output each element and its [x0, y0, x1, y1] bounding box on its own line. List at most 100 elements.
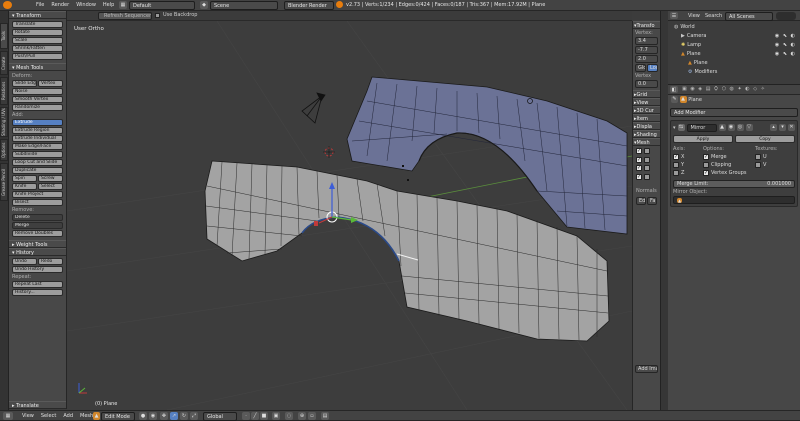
layout-dropdown[interactable]: Default	[129, 1, 195, 10]
pivot-point-icon[interactable]: ◉	[149, 412, 157, 420]
overlay-checkbox-2[interactable]	[644, 148, 650, 154]
menu-render[interactable]: Render	[51, 2, 69, 8]
camera-object[interactable]	[301, 92, 326, 124]
repeat-history-button[interactable]: History...	[12, 289, 63, 296]
n-section-item[interactable]: ▸Item	[633, 114, 660, 122]
properties-editor-icon[interactable]: ◧	[670, 86, 678, 93]
3d-cursor[interactable]	[323, 146, 335, 158]
shrink-fatten-button[interactable]: Shrink/Fatten	[12, 45, 63, 52]
outliner-filter-dropdown[interactable]: All Scenes	[725, 12, 773, 21]
tab-shading-uvs[interactable]: Shading / UVs	[0, 107, 8, 137]
global-toggle[interactable]: Glo	[635, 64, 646, 72]
axis-x-checkbox[interactable]: ✓	[673, 153, 679, 160]
3d-viewport[interactable]: User Ortho (0) Plane	[67, 21, 632, 410]
tab-create[interactable]: Create	[0, 51, 8, 75]
snap-toggle-icon[interactable]: ⊕	[298, 412, 306, 420]
outliner-item-plane[interactable]: ▲ Plane	[668, 59, 800, 68]
scale-manipulator-icon[interactable]: ⤢	[190, 412, 198, 420]
scene-dropdown[interactable]: Scene	[210, 1, 278, 10]
undo-history-button[interactable]: Undo History	[12, 266, 63, 273]
operator-panel-header[interactable]: ▸ Translate	[9, 401, 66, 409]
tab-grease-pencil[interactable]: Grease Pencil	[0, 163, 8, 201]
history-panel-header[interactable]: ▾ History	[9, 248, 66, 256]
vertex-weight-field[interactable]: 0.0	[635, 80, 658, 88]
overlay-checkbox-1[interactable]: ✓	[636, 148, 642, 154]
pin-icon[interactable]: ✎	[671, 96, 678, 103]
outliner-item-plane[interactable]: ▲ Plane ◉ ⬉ ◐	[668, 50, 800, 59]
delete-dropdown[interactable]: Delete	[12, 214, 63, 221]
n-section-shading[interactable]: ▸Shading	[633, 130, 660, 138]
noise-button[interactable]: Noise	[12, 88, 63, 95]
local-toggle[interactable]: Loc	[647, 64, 658, 72]
face-info-toggle[interactable]: Fa	[647, 197, 657, 205]
tab-relations[interactable]: Relations	[0, 77, 8, 105]
menu-mesh[interactable]: Mesh	[80, 413, 93, 419]
outliner-search-field[interactable]	[776, 12, 796, 20]
render-engine-dropdown[interactable]: Blender Render	[284, 1, 334, 10]
make-edge-face-button[interactable]: Make Edge/Face	[12, 143, 63, 150]
merge-limit-field[interactable]: Merge Limit: 0.001000	[673, 180, 795, 188]
axis-z-option[interactable]: Z	[673, 169, 703, 177]
n-section-mesh[interactable]: ▾Mesh	[633, 138, 660, 146]
proportional-edit-icon[interactable]: ◌	[285, 412, 293, 420]
option-merge-option[interactable]: ✓ Merge	[703, 153, 755, 161]
outliner-editor-icon[interactable]: ☰	[670, 12, 678, 19]
undo-button[interactable]: Undo	[12, 258, 37, 265]
extrude-individual-button[interactable]: Extrude Individual	[12, 135, 63, 142]
move-down-icon[interactable]: ▾	[779, 124, 786, 131]
scale-button[interactable]: Scale	[12, 37, 63, 44]
push-pull-button[interactable]: Push/Pull	[12, 53, 63, 60]
option-vertex-groups-option[interactable]: ✓ Vertex Groups	[703, 169, 755, 177]
axis-y-option[interactable]: Y	[673, 161, 703, 169]
overlay-checkbox-8[interactable]	[644, 173, 650, 180]
display-toggle-icon[interactable]: ◎	[736, 124, 744, 131]
properties-context-icons[interactable]: ▣ ◉ ◈ ▤ ⛭ ⬡ ◍ ✦ ◐ ◇ ✧	[682, 86, 766, 92]
loop-cut-and-slide-button[interactable]: Loop Cut and Slide	[12, 159, 63, 166]
viewport-shading-icon[interactable]: ●	[139, 412, 147, 420]
slide-edge-button[interactable]: Slide Edge	[12, 80, 37, 87]
edge-select-icon[interactable]: ╱	[251, 412, 259, 420]
outliner-search-menu[interactable]: Search	[705, 13, 722, 19]
texture-u-option[interactable]: U	[755, 153, 795, 161]
render-toggle-icon[interactable]: ◉	[727, 124, 735, 131]
face-select-icon[interactable]: ■	[260, 412, 268, 420]
slide-vertex-button[interactable]: Vertex	[38, 80, 63, 87]
axis-y-checkbox[interactable]	[673, 161, 679, 168]
menu-view[interactable]: View	[22, 413, 34, 419]
use-backdrop-checkbox[interactable]	[155, 13, 160, 18]
knife-project-button[interactable]: Knife Project	[12, 191, 63, 198]
edit-mode-toggle-icon[interactable]: ▲	[718, 124, 726, 131]
outliner-item-camera[interactable]: ▶ Camera ◉ ⬉ ◐	[668, 32, 800, 41]
duplicate-button[interactable]: Duplicate	[12, 167, 63, 174]
randomize-button[interactable]: Randomize	[12, 104, 63, 111]
move-up-icon[interactable]: ▴	[770, 124, 777, 131]
n-transform-header[interactable]: ▾Transfo	[633, 21, 660, 29]
apply-button[interactable]: Apply	[673, 135, 733, 143]
mode-dropdown[interactable]: Edit Mode	[101, 412, 135, 421]
option-merge-checkbox[interactable]: ✓	[703, 153, 709, 160]
editor-type-icon[interactable]: ▦	[3, 412, 13, 420]
texture-v-option[interactable]: V	[755, 161, 795, 169]
menu-select[interactable]: Select	[41, 413, 56, 419]
scene-icon[interactable]: ◆	[200, 1, 208, 9]
manipulator-toggle-icon[interactable]: ✥	[160, 412, 168, 420]
transform-orientation-dropdown[interactable]: Global	[203, 412, 237, 421]
mesh-tools-panel-header[interactable]: ▾ Mesh Tools	[9, 63, 66, 71]
overlay-checkbox-6[interactable]	[644, 165, 650, 171]
knife-select-button[interactable]: Select	[38, 183, 63, 190]
tab-tools[interactable]: Tools	[0, 23, 8, 49]
visibility-toggles-icon[interactable]: ◉ ⬉ ◐	[775, 41, 796, 50]
spin-button[interactable]: Spin	[12, 175, 37, 182]
outliner-item-lamp[interactable]: ✺ Lamp ◉ ⬉ ◐	[668, 41, 800, 50]
refresh-sequencer-button[interactable]: Refresh Sequencer	[98, 12, 152, 20]
bisect-button[interactable]: Bisect	[12, 199, 63, 206]
weight-tools-panel-header[interactable]: ▸ Weight Tools	[9, 240, 66, 248]
screw-button[interactable]: Screw	[38, 175, 63, 182]
vertex-select-icon[interactable]: ·	[242, 412, 250, 420]
overlay-checkbox-3[interactable]: ✓	[636, 156, 642, 163]
translate-manipulator-icon[interactable]: ↗	[170, 412, 178, 420]
mirror-object-field[interactable]: ▲	[673, 196, 795, 204]
modifier-collapse-icon[interactable]: ▾	[673, 125, 676, 131]
n-section-view[interactable]: ▸View	[633, 98, 660, 106]
texture-v-checkbox[interactable]	[755, 161, 761, 168]
